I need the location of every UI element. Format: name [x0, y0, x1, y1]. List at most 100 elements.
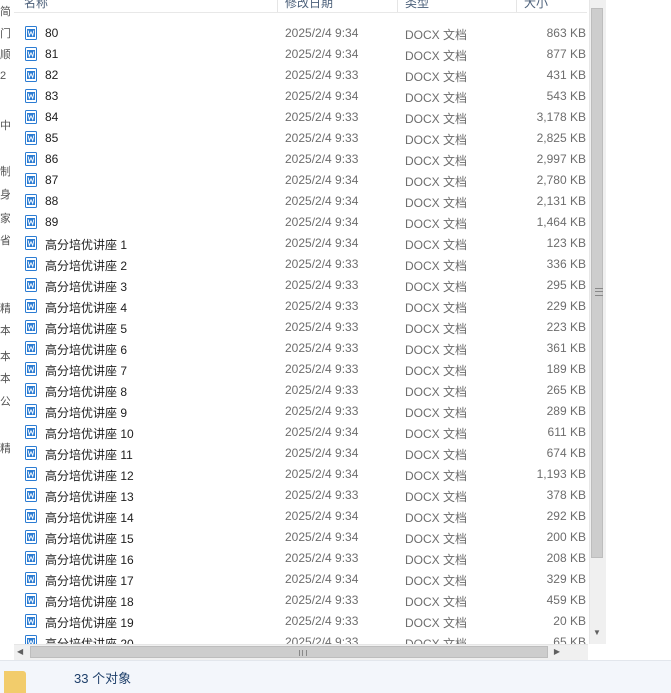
vertical-scroll-thumb[interactable] [591, 8, 603, 558]
file-name[interactable]: 高分培优讲座 17 [45, 572, 134, 589]
file-name[interactable]: 高分培优讲座 10 [45, 425, 134, 442]
file-size: 289 KB [546, 404, 586, 418]
file-row[interactable]: 高分培优讲座 14 2025/2/4 9:34 DOCX 文档 292 KB [14, 506, 588, 527]
file-name[interactable]: 高分培优讲座 2 [45, 257, 127, 274]
file-name[interactable]: 87 [45, 173, 58, 187]
file-name[interactable]: 高分培优讲座 9 [45, 404, 127, 421]
strip-char[interactable]: 本 [0, 348, 10, 364]
file-row[interactable]: 高分培优讲座 7 2025/2/4 9:33 DOCX 文档 189 KB [14, 359, 588, 380]
word-document-icon [25, 530, 37, 544]
scroll-left-arrow-icon[interactable]: ◀ [17, 647, 23, 656]
file-row[interactable]: 80 2025/2/4 9:34 DOCX 文档 863 KB [14, 23, 588, 44]
scroll-grip-icon [299, 650, 307, 656]
strip-char[interactable]: 公 [0, 393, 10, 409]
file-name[interactable]: 89 [45, 215, 58, 229]
file-row[interactable]: 高分培优讲座 15 2025/2/4 9:34 DOCX 文档 200 KB [14, 527, 588, 548]
strip-char[interactable]: 家 [0, 210, 10, 226]
file-date: 2025/2/4 9:33 [285, 593, 359, 607]
file-row[interactable]: 高分培优讲座 8 2025/2/4 9:33 DOCX 文档 265 KB [14, 380, 588, 401]
scroll-down-arrow-icon[interactable]: ▼ [593, 628, 601, 637]
file-row[interactable]: 83 2025/2/4 9:34 DOCX 文档 543 KB [14, 86, 588, 107]
file-name[interactable]: 82 [45, 68, 58, 82]
file-row[interactable]: 高分培优讲座 19 2025/2/4 9:33 DOCX 文档 20 KB [14, 611, 588, 632]
file-name[interactable]: 高分培优讲座 4 [45, 299, 127, 316]
file-name[interactable]: 高分培优讲座 19 [45, 614, 134, 631]
word-document-icon [25, 614, 37, 628]
strip-char[interactable]: 制 [0, 163, 10, 179]
file-row[interactable]: 88 2025/2/4 9:34 DOCX 文档 2,131 KB [14, 191, 588, 212]
file-row[interactable]: 81 2025/2/4 9:34 DOCX 文档 877 KB [14, 44, 588, 65]
column-size[interactable]: 大小 [524, 0, 548, 11]
column-divider[interactable] [516, 0, 517, 12]
file-name[interactable]: 84 [45, 110, 58, 124]
file-date: 2025/2/4 9:33 [285, 341, 359, 355]
file-name[interactable]: 高分培优讲座 18 [45, 593, 134, 610]
file-size: 361 KB [546, 341, 586, 355]
file-row[interactable]: 高分培优讲座 3 2025/2/4 9:33 DOCX 文档 295 KB [14, 275, 588, 296]
file-row[interactable]: 82 2025/2/4 9:33 DOCX 文档 431 KB [14, 65, 588, 86]
column-date[interactable]: 修改日期 [285, 0, 333, 11]
strip-char[interactable]: 简 [0, 3, 10, 19]
column-divider[interactable] [277, 0, 278, 12]
file-name[interactable]: 80 [45, 26, 58, 40]
file-row[interactable]: 高分培优讲座 12 2025/2/4 9:34 DOCX 文档 1,193 KB [14, 464, 588, 485]
column-name[interactable]: 名称 [24, 0, 48, 11]
file-name[interactable]: 86 [45, 152, 58, 166]
file-name[interactable]: 81 [45, 47, 58, 61]
strip-char[interactable]: 本 [0, 322, 10, 338]
file-row[interactable]: 高分培优讲座 5 2025/2/4 9:33 DOCX 文档 223 KB [14, 317, 588, 338]
file-name[interactable]: 高分培优讲座 16 [45, 551, 134, 568]
file-name[interactable]: 高分培优讲座 7 [45, 362, 127, 379]
file-name[interactable]: 高分培优讲座 11 [45, 446, 133, 463]
file-name[interactable]: 高分培优讲座 1 [45, 236, 127, 253]
scroll-right-arrow-icon[interactable]: ▶ [554, 647, 560, 656]
file-row[interactable]: 高分培优讲座 18 2025/2/4 9:33 DOCX 文档 459 KB [14, 590, 588, 611]
strip-char[interactable]: 本 [0, 370, 10, 386]
horizontal-scroll-thumb[interactable] [30, 646, 548, 658]
strip-char[interactable]: 省 [0, 232, 10, 248]
file-name[interactable]: 83 [45, 89, 58, 103]
file-row[interactable]: 高分培优讲座 17 2025/2/4 9:34 DOCX 文档 329 KB [14, 569, 588, 590]
file-name[interactable]: 高分培优讲座 3 [45, 278, 127, 295]
vertical-scrollbar[interactable]: ▼ [589, 0, 606, 644]
file-row[interactable]: 高分培优讲座 16 2025/2/4 9:33 DOCX 文档 208 KB [14, 548, 588, 569]
file-size: 3,178 KB [536, 110, 586, 124]
file-name[interactable]: 高分培优讲座 15 [45, 530, 134, 547]
file-name[interactable]: 高分培优讲座 8 [45, 383, 127, 400]
strip-char[interactable]: 精 [0, 300, 10, 316]
file-type: DOCX 文档 [405, 574, 468, 588]
file-name[interactable]: 85 [45, 131, 58, 145]
file-name[interactable]: 88 [45, 194, 58, 208]
file-name[interactable]: 高分培优讲座 12 [45, 467, 134, 484]
strip-char[interactable]: 2 [0, 70, 10, 82]
word-document-icon [25, 341, 37, 355]
file-name[interactable]: 高分培优讲座 5 [45, 320, 127, 337]
file-name[interactable]: 高分培优讲座 14 [45, 509, 134, 526]
horizontal-scrollbar[interactable]: ◀ ▶ [14, 644, 588, 660]
file-row[interactable]: 高分培优讲座 13 2025/2/4 9:33 DOCX 文档 378 KB [14, 485, 588, 506]
file-row[interactable]: 85 2025/2/4 9:33 DOCX 文档 2,825 KB [14, 128, 588, 149]
file-row[interactable]: 高分培优讲座 11 2025/2/4 9:34 DOCX 文档 674 KB [14, 443, 588, 464]
file-row[interactable]: 高分培优讲座 6 2025/2/4 9:33 DOCX 文档 361 KB [14, 338, 588, 359]
file-row[interactable]: 84 2025/2/4 9:33 DOCX 文档 3,178 KB [14, 107, 588, 128]
file-row[interactable]: 高分培优讲座 2 2025/2/4 9:33 DOCX 文档 336 KB [14, 254, 588, 275]
file-date: 2025/2/4 9:34 [285, 26, 359, 40]
file-row[interactable]: 87 2025/2/4 9:34 DOCX 文档 2,780 KB [14, 170, 588, 191]
file-date: 2025/2/4 9:33 [285, 152, 359, 166]
file-row[interactable]: 高分培优讲座 4 2025/2/4 9:33 DOCX 文档 229 KB [14, 296, 588, 317]
file-row[interactable]: 86 2025/2/4 9:33 DOCX 文档 2,997 KB [14, 149, 588, 170]
strip-char[interactable]: 身 [0, 186, 10, 202]
column-type[interactable]: 类型 [405, 0, 429, 11]
column-divider[interactable] [397, 0, 398, 12]
strip-char[interactable]: 精 [0, 440, 10, 456]
file-row[interactable]: 高分培优讲座 10 2025/2/4 9:34 DOCX 文档 611 KB [14, 422, 588, 443]
file-size: 229 KB [546, 299, 586, 313]
file-row[interactable]: 高分培优讲座 1 2025/2/4 9:34 DOCX 文档 123 KB [14, 233, 588, 254]
strip-char[interactable]: 中 [0, 117, 10, 133]
strip-char[interactable]: 门 [0, 25, 10, 41]
strip-char[interactable]: 顺 [0, 46, 10, 62]
file-row[interactable]: 89 2025/2/4 9:34 DOCX 文档 1,464 KB [14, 212, 588, 233]
file-row[interactable]: 高分培优讲座 9 2025/2/4 9:33 DOCX 文档 289 KB [14, 401, 588, 422]
file-name[interactable]: 高分培优讲座 6 [45, 341, 127, 358]
file-name[interactable]: 高分培优讲座 13 [45, 488, 134, 505]
